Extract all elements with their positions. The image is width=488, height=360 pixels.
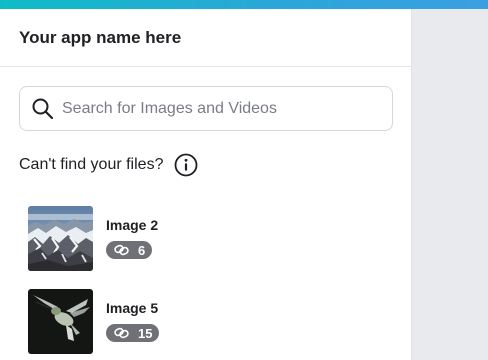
search-input[interactable] (62, 87, 392, 130)
item-title: Image 5 (106, 300, 159, 316)
search-icon (31, 97, 55, 121)
help-text: Can't find your files? (19, 156, 164, 173)
link-count: 6 (138, 242, 146, 258)
mountain-thumbnail (28, 205, 93, 271)
hummingbird-thumbnail (28, 288, 93, 354)
link-icon (114, 327, 130, 339)
panel-header: Your app name here (0, 9, 411, 67)
link-icon (114, 244, 130, 256)
media-list-item[interactable]: Image 5 15 (28, 288, 398, 354)
accent-bar (0, 0, 488, 9)
item-title: Image 2 (106, 217, 159, 233)
help-row: Can't find your files? (19, 152, 198, 178)
link-count-badge: 15 (106, 324, 160, 342)
link-count-badge: 6 (106, 241, 153, 259)
content-area (412, 9, 488, 360)
media-list-item[interactable]: Image 2 6 (28, 205, 398, 271)
info-icon[interactable] (174, 153, 198, 177)
side-panel: Your app name here Can't find your files… (0, 9, 412, 360)
link-count: 15 (138, 325, 153, 341)
app-title: Your app name here (19, 27, 182, 47)
search-box[interactable] (19, 86, 393, 131)
